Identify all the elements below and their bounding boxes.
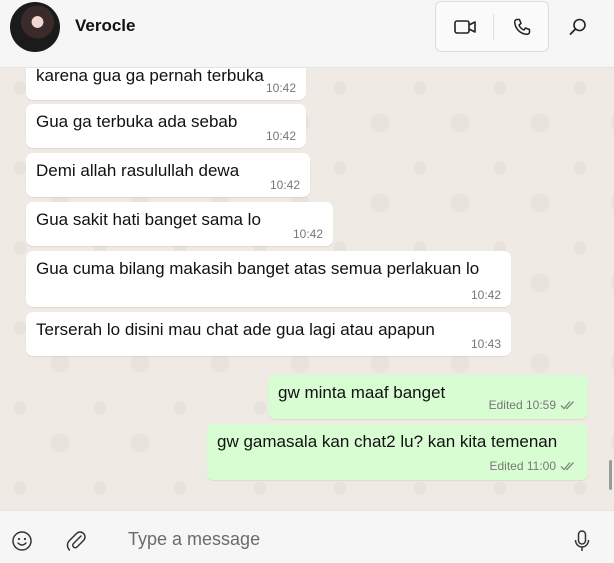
message-time: 10:42 — [265, 81, 296, 95]
video-call-button[interactable] — [436, 2, 493, 51]
read-ticks-icon — [560, 401, 574, 410]
message-list[interactable]: karena gua ga pernah terbuka 10:42 Gua g… — [0, 68, 614, 510]
message-composer — [0, 510, 614, 563]
message-bubble-incoming[interactable]: karena gua ga pernah terbuka 10:42 — [26, 68, 306, 100]
message-input[interactable] — [118, 523, 548, 555]
attach-icon — [66, 531, 86, 551]
message-meta: Edited 10:59 — [489, 398, 576, 412]
avatar[interactable] — [10, 2, 60, 52]
message-time: 10:43 — [470, 337, 501, 351]
chat-window: Verocle karena gua ga pernah terbuka 10:… — [0, 0, 614, 563]
read-ticks-icon — [560, 462, 574, 471]
message-meta: Edited 11:00 — [490, 459, 577, 473]
chat-header: Verocle — [0, 0, 614, 68]
contact-name[interactable]: Verocle — [75, 16, 136, 36]
microphone-button[interactable] — [568, 527, 596, 555]
message-text: Gua ga terbuka ada sebab — [36, 112, 238, 131]
message-text: gw minta maaf banget — [278, 383, 446, 402]
message-time: 10:42 — [269, 178, 300, 192]
message-text: Gua sakit hati banget sama lo — [36, 210, 261, 229]
message-time: 10:42 — [470, 288, 501, 302]
message-text: Gua cuma bilang makasih banget atas semu… — [36, 259, 480, 278]
scrollbar-thumb[interactable] — [609, 460, 612, 490]
message-bubble-outgoing[interactable]: gw minta maaf banget Edited 10:59 — [268, 375, 588, 419]
message-text: Demi allah rasulullah dewa — [36, 161, 240, 180]
search-button[interactable] — [560, 10, 596, 44]
message-bubble-incoming[interactable]: Terserah lo disini mau chat ade gua lagi… — [26, 312, 511, 356]
search-icon — [569, 18, 586, 35]
message-bubble-outgoing[interactable]: gw gamasala kan chat2 lu? kan kita temen… — [207, 424, 588, 480]
message-text: Terserah lo disini mau chat ade gua lagi… — [36, 320, 435, 339]
message-time: Edited 11:00 — [489, 459, 557, 473]
video-call-icon — [453, 19, 476, 34]
call-button-group — [435, 1, 549, 52]
message-bubble-incoming[interactable]: Demi allah rasulullah dewa 10:42 — [26, 153, 310, 197]
message-bubble-incoming[interactable]: Gua ga terbuka ada sebab 10:42 — [26, 104, 306, 148]
voice-call-button[interactable] — [494, 2, 550, 51]
message-bubble-incoming[interactable]: Gua sakit hati banget sama lo 10:42 — [26, 202, 333, 246]
microphone-icon — [574, 530, 590, 551]
message-time: 10:42 — [292, 227, 323, 241]
emoji-icon — [12, 531, 32, 551]
message-time: 10:42 — [265, 129, 296, 143]
message-text: karena gua ga pernah terbuka — [36, 68, 264, 85]
attach-button[interactable] — [62, 527, 90, 555]
voice-call-icon — [513, 18, 531, 35]
message-bubble-incoming[interactable]: Gua cuma bilang makasih banget atas semu… — [26, 251, 511, 307]
message-time: Edited 10:59 — [488, 398, 556, 412]
message-text: gw gamasala kan chat2 lu? kan kita temen… — [217, 432, 558, 451]
emoji-button[interactable] — [8, 527, 36, 555]
